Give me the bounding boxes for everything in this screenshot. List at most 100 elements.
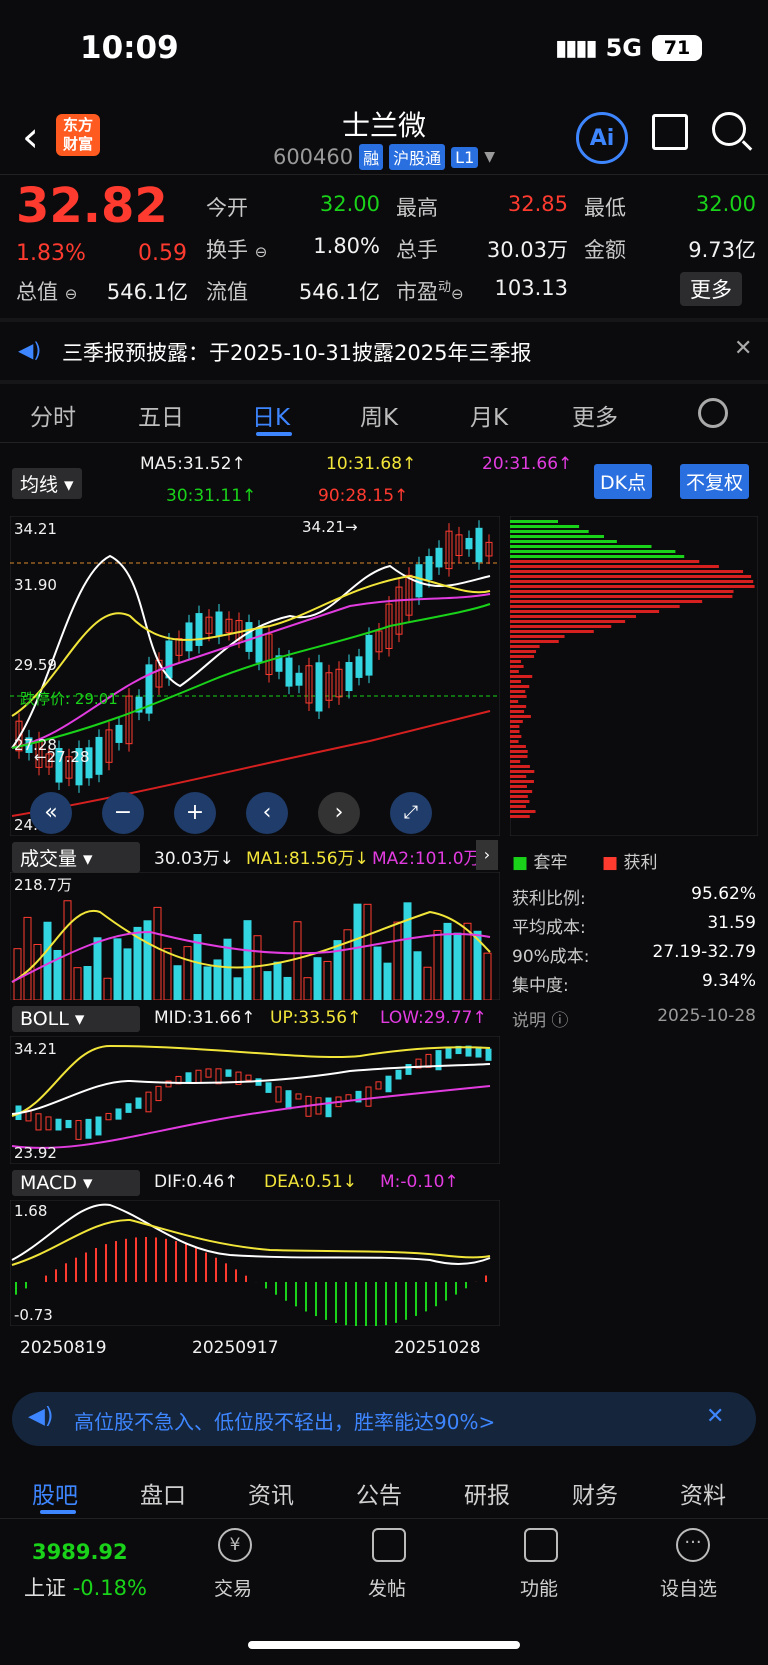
candle [435,547,443,568]
chip-bar [510,675,533,678]
y-axis-mid1: 31.90 [14,576,57,594]
volume-bar [203,966,212,1000]
volume-bar [403,902,412,1000]
tab-announcement[interactable]: 公告 [356,1476,402,1510]
tab-five-day[interactable]: 五日 [138,398,184,432]
tab-daily-k[interactable]: 日K [252,398,290,432]
chip-bar [510,560,700,563]
volume-bar [323,960,332,1000]
boll-candle [65,1119,72,1129]
boll-candle [45,1116,52,1131]
macd-dropdown[interactable]: MACD ▾ [12,1170,140,1196]
dk-button[interactable]: DK点 [594,464,653,499]
volume-bar [33,943,42,1000]
boll-dropdown[interactable]: BOLL ▾ [12,1006,140,1032]
tab-intraday[interactable]: 分时 [30,398,76,432]
chip-bar [510,590,734,593]
tab-monthly-k[interactable]: 月K [470,398,508,432]
index-value[interactable]: 3989.92 [32,1540,128,1564]
chip-bar [510,700,519,703]
tab-weekly-k[interactable]: 周K [360,398,398,432]
volume-dropdown[interactable]: 成交量 ▾ [12,842,140,873]
current-price: 32.82 [16,178,168,234]
tab-research[interactable]: 研报 [464,1476,510,1510]
candle [295,672,303,686]
chip-value-3: 9.34% [701,971,756,991]
tab-pankou[interactable]: 盘口 [140,1476,186,1510]
chip-note[interactable]: 说明 ⓘ [512,1006,568,1031]
ma-dropdown[interactable]: 均线 ▾ [12,468,82,499]
share-icon[interactable] [652,114,688,150]
chip-bar [510,805,526,808]
chip-bar [510,635,565,638]
nav-function[interactable]: 功能 [520,1574,558,1601]
close-icon[interactable]: ✕ [734,336,752,361]
boll-candle [285,1090,292,1110]
candle [255,627,263,663]
chip-bar [510,730,520,733]
tab-more[interactable]: 更多 [572,398,618,432]
nav-post[interactable]: 发帖 [368,1574,406,1601]
date-mid: 20250917 [192,1338,279,1358]
megaphone-icon: ◀) [28,1404,54,1429]
more-dots-icon[interactable]: ··· [676,1528,710,1562]
search-icon[interactable] [712,112,746,146]
pe-label[interactable]: 市盈动⊖ [396,276,464,306]
nav-add-favorite[interactable]: 设自选 [660,1574,717,1601]
volume-bar [433,929,442,1000]
chip-bar [510,760,521,763]
volume-bar [303,977,312,1000]
volume-bar [43,921,52,1000]
chip-bar [510,660,522,663]
date-end: 20251028 [394,1338,481,1358]
more-button[interactable]: 更多 [680,272,742,306]
volume-bar [283,976,292,1000]
close-icon[interactable]: ✕ [706,1404,724,1429]
total-value-label[interactable]: 总值 ⊖ [16,276,77,306]
candle [245,622,253,652]
status-time: 10:09 [80,30,179,66]
chip-value-0: 95.62% [691,884,756,904]
chip-bar [510,520,558,523]
boll-candle [405,1064,412,1075]
function-icon[interactable] [524,1528,558,1562]
fullscreen-icon[interactable]: ⤢ [390,792,432,834]
volume-bar [193,934,202,1000]
tab-news[interactable]: 资讯 [248,1476,294,1510]
prev-icon[interactable]: ‹ [246,792,288,834]
kline-chart[interactable] [10,516,500,836]
chip-bar [510,720,523,723]
tab-guba[interactable]: 股吧 [32,1476,78,1510]
limit-down-label: 跌停价: 29.01 [20,690,118,708]
volume-label: 总手 [396,238,438,262]
battery-icon: 71 [652,35,702,61]
turnover-label[interactable]: 换手 ⊖ [206,234,267,264]
tab-profile[interactable]: 资料 [680,1476,726,1510]
ai-button[interactable]: Ai [576,112,628,164]
vol-ma2: MA2:101.0万 [372,849,481,869]
post-icon[interactable] [372,1528,406,1562]
zoom-in-icon[interactable]: + [174,792,216,834]
volume-bar [393,921,402,1000]
chip-bar [510,755,528,758]
rewind-icon[interactable]: « [30,792,72,834]
next-icon[interactable]: › [318,792,360,834]
chevron-right-icon[interactable]: › [476,840,498,870]
gear-icon[interactable] [698,398,728,428]
low-value: 32.00 [695,192,756,216]
trade-icon[interactable]: ¥ [218,1528,252,1562]
boll-candle [35,1113,42,1131]
tab-finance[interactable]: 财务 [572,1476,618,1510]
no-adjust-button[interactable]: 不复权 [680,464,750,499]
index-change[interactable]: 上证 -0.18% [24,1572,147,1602]
chip-bar [510,750,528,753]
boll-candle [85,1118,92,1139]
boll-candle [385,1075,392,1093]
volume-bar [343,929,352,1000]
boll-candle [265,1082,272,1093]
zoom-out-icon[interactable]: − [102,792,144,834]
tag-margin: 融 [359,144,384,170]
chip-bar [510,725,520,728]
nav-trade[interactable]: 交易 [214,1574,252,1601]
info-icon: ⓘ [551,1011,569,1031]
